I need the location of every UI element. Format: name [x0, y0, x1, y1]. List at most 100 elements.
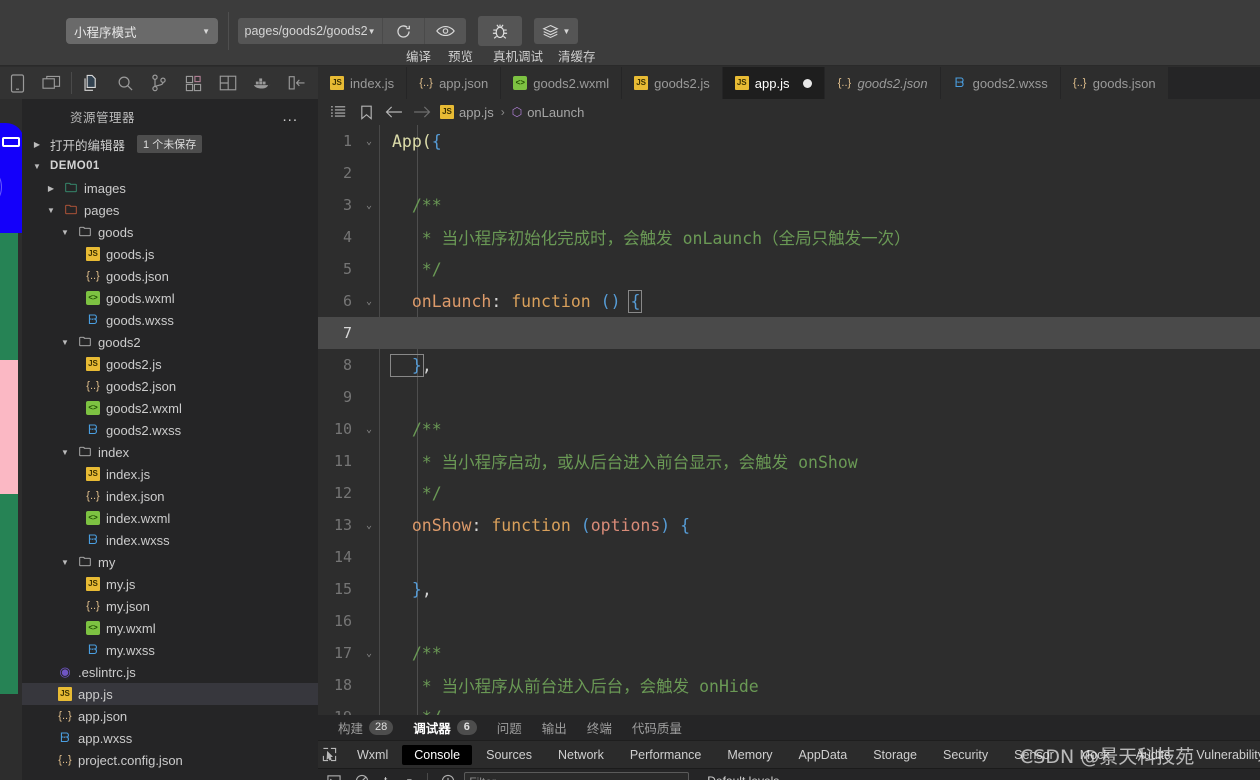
simulator-icon[interactable] — [0, 67, 34, 99]
code-line-4[interactable]: 4 * 当小程序初始化完成时，会触发 onLaunch（全局只触发一次） — [318, 221, 1260, 253]
editor-tab-app-js[interactable]: JS app.js — [722, 67, 826, 99]
panel-tab-代码质量[interactable]: 代码质量 — [622, 715, 692, 741]
mode-select[interactable]: 小程序模式 ▼ — [66, 18, 218, 44]
outline-icon[interactable] — [324, 99, 352, 125]
tree-item-my-wxml[interactable]: <> my.wxml — [22, 617, 318, 639]
panel-tab-调试器[interactable]: 调试器 6 — [403, 715, 487, 741]
fold-toggle-icon[interactable]: ⌄ — [360, 200, 378, 211]
code-line-5[interactable]: 5 */ — [318, 253, 1260, 285]
tree-item-project-config-json[interactable]: {..} project.config.json — [22, 749, 318, 771]
tree-item--eslintrc-js[interactable]: ◉ .eslintrc.js — [22, 661, 318, 683]
code-line-3[interactable]: 3 ⌄ /** — [318, 189, 1260, 221]
code-lines-area[interactable]: 1 ⌄ App({2 3 ⌄ /** 4 * 当小程序初始化完成时，会触发 onLaunc… — [318, 125, 1260, 715]
code-line-6[interactable]: 6 ⌄ onLaunch: function () { — [318, 285, 1260, 317]
fold-toggle-icon[interactable]: ⌄ — [360, 136, 378, 147]
panel-tab-输出[interactable]: 输出 — [532, 715, 577, 741]
devtools-tab-Vulnerability[interactable]: Vulnerability — [1184, 745, 1260, 765]
breadcrumb-symbol[interactable]: ⬡ onLaunch — [508, 105, 589, 120]
preview-button[interactable] — [424, 18, 466, 44]
navigate-back-icon[interactable] — [380, 99, 408, 125]
console-filter-input[interactable]: Filter — [464, 772, 690, 780]
code-line-12[interactable]: 12 */ — [318, 477, 1260, 509]
panel-tab-终端[interactable]: 终端 — [577, 715, 622, 741]
docker-icon[interactable] — [245, 67, 279, 99]
editor-tab-goods2-json[interactable]: {..} goods2.json — [825, 67, 941, 99]
tree-item-goods-js[interactable]: JS goods.js — [22, 243, 318, 265]
devtools-tab-Wxml[interactable]: Wxml — [345, 745, 400, 765]
code-line-1[interactable]: 1 ⌄ App({ — [318, 125, 1260, 157]
open-editors-section[interactable]: ▶ 打开的编辑器 1 个未保存 — [22, 133, 318, 155]
console-context-select[interactable]: t ▼ — [378, 774, 419, 780]
devtools-tab-Mock[interactable]: Mock — [1068, 745, 1122, 765]
fold-toggle-icon[interactable]: ⌄ — [360, 424, 378, 435]
devtools-tab-Storage[interactable]: Storage — [861, 745, 929, 765]
window-split-icon[interactable] — [34, 67, 68, 99]
source-control-icon[interactable] — [142, 67, 176, 99]
compile-button[interactable] — [382, 18, 424, 44]
editor-tab-goods2-js[interactable]: JS goods2.js — [622, 67, 723, 99]
breadcrumb-file[interactable]: JS app.js — [436, 105, 498, 120]
tree-item-goods2-wxss[interactable]: ᗹ goods2.wxss — [22, 419, 318, 441]
tree-item-index-js[interactable]: JS index.js — [22, 463, 318, 485]
tree-item-my-wxss[interactable]: ᗹ my.wxss — [22, 639, 318, 661]
search-icon[interactable] — [108, 67, 142, 99]
devtools-tab-Performance[interactable]: Performance — [618, 745, 714, 765]
tree-item-goods-wxml[interactable]: <> goods.wxml — [22, 287, 318, 309]
code-line-15[interactable]: 15 }, — [318, 573, 1260, 605]
default-levels-label[interactable]: Default levels — [707, 774, 779, 780]
editor-tab-goods2-wxss[interactable]: ᗹ goods2.wxss — [940, 67, 1061, 99]
code-line-14[interactable]: 14 — [318, 541, 1260, 573]
tree-item-my[interactable]: ▼ 🗀 my — [22, 551, 318, 573]
editor-tab-goods-json[interactable]: {..} goods.json — [1060, 67, 1169, 99]
code-line-16[interactable]: 16 — [318, 605, 1260, 637]
devtools-tab-Network[interactable]: Network — [546, 745, 616, 765]
tree-item-app-js[interactable]: JS app.js — [22, 683, 318, 705]
panel-tab-构建[interactable]: 构建 28 — [328, 715, 403, 741]
devtools-tab-Security[interactable]: Security — [931, 745, 1000, 765]
code-line-7[interactable]: 7 — [318, 317, 1260, 349]
real-device-debug-button[interactable] — [478, 16, 522, 46]
more-actions-icon[interactable]: ... — [282, 108, 298, 125]
clear-cache-button[interactable]: ▼ — [534, 18, 578, 44]
fold-toggle-icon[interactable]: ⌄ — [360, 296, 378, 307]
page-path-select[interactable]: pages/goods2/goods2 ▼ — [238, 18, 382, 44]
tree-item-my-js[interactable]: JS my.js — [22, 573, 318, 595]
project-root-row[interactable]: ▼ DEMO01 — [22, 155, 318, 177]
code-line-18[interactable]: 18 * 当小程序从前台进入后台，会触发 onHide — [318, 669, 1260, 701]
tree-item-index[interactable]: ▼ 🗀 index — [22, 441, 318, 463]
tree-item-goods2-js[interactable]: JS goods2.js — [22, 353, 318, 375]
inspect-element-icon[interactable] — [322, 741, 337, 769]
filter-toggle-icon[interactable] — [436, 769, 460, 780]
devtools-tab-AppData[interactable]: AppData — [787, 745, 860, 765]
devtools-tab-Sensor[interactable]: Sensor — [1002, 745, 1066, 765]
collapse-panel-icon[interactable] — [280, 67, 314, 99]
code-line-10[interactable]: 10 ⌄ /** — [318, 413, 1260, 445]
code-line-9[interactable]: 9 — [318, 381, 1260, 413]
tree-item-index-json[interactable]: {..} index.json — [22, 485, 318, 507]
tree-item-index-wxml[interactable]: <> index.wxml — [22, 507, 318, 529]
console-context-icon[interactable] — [322, 769, 346, 780]
code-line-11[interactable]: 11 * 当小程序启动，或从后台进入前台显示，会触发 onShow — [318, 445, 1260, 477]
editor-tab-index-js[interactable]: JS index.js — [318, 67, 408, 99]
layout-icon[interactable] — [211, 67, 245, 99]
editor-tab-goods2-wxml[interactable]: <> goods2.wxml — [501, 67, 623, 99]
extensions-icon[interactable] — [177, 67, 211, 99]
devtools-tab-Sources[interactable]: Sources — [474, 745, 544, 765]
tree-item-pages[interactable]: ▼ 🗀 pages — [22, 199, 318, 221]
panel-tab-问题[interactable]: 问题 — [487, 715, 532, 741]
fold-toggle-icon[interactable]: ⌄ — [360, 520, 378, 531]
tree-item-my-json[interactable]: {..} my.json — [22, 595, 318, 617]
code-line-13[interactable]: 13 ⌄ onShow: function (options) { — [318, 509, 1260, 541]
tree-item-goods2-wxml[interactable]: <> goods2.wxml — [22, 397, 318, 419]
tree-item-goods2[interactable]: ▼ 🗀 goods2 — [22, 331, 318, 353]
code-line-19[interactable]: 19 */ — [318, 701, 1260, 716]
bookmark-icon[interactable] — [352, 99, 380, 125]
clear-console-icon[interactable] — [350, 769, 374, 780]
code-line-17[interactable]: 17 ⌄ /** — [318, 637, 1260, 669]
fold-toggle-icon[interactable]: ⌄ — [360, 648, 378, 659]
devtools-tab-Memory[interactable]: Memory — [715, 745, 784, 765]
tree-item-goods[interactable]: ▼ 🗀 goods — [22, 221, 318, 243]
editor-tab-app-json[interactable]: {..} app.json — [407, 67, 502, 99]
code-line-8[interactable]: 8 }, — [318, 349, 1260, 381]
tree-item-index-wxss[interactable]: ᗹ index.wxss — [22, 529, 318, 551]
